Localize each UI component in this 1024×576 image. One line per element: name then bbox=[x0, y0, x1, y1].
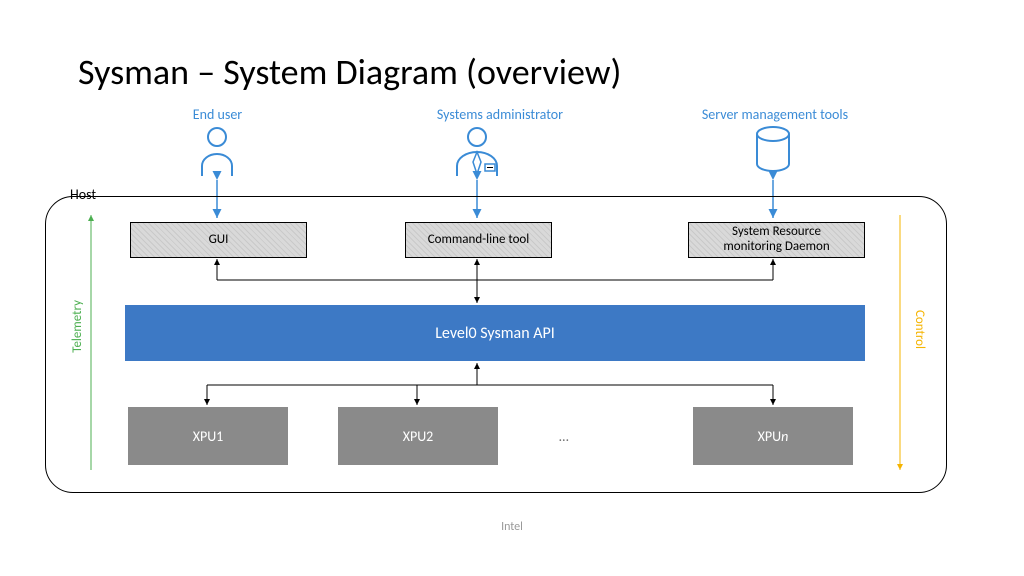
xpu2-box: XPU2 bbox=[338, 407, 498, 465]
actor-label-enduser: End user bbox=[175, 106, 260, 123]
xpun-box: XPUn bbox=[693, 407, 853, 465]
sysadmin-icon bbox=[455, 126, 499, 181]
daemon-line2: monitoring Daemon bbox=[723, 239, 829, 254]
server-tools-icon bbox=[755, 126, 791, 179]
end-user-icon bbox=[200, 126, 234, 181]
daemon-box: System Resource monitoring Daemon bbox=[688, 222, 865, 258]
xpun-prefix: XPU bbox=[758, 428, 781, 445]
daemon-line1: System Resource bbox=[732, 224, 821, 239]
actor-label-sysadmin: Systems administrator bbox=[410, 106, 590, 123]
control-label: Control bbox=[912, 310, 927, 349]
telemetry-label: Telemetry bbox=[70, 300, 85, 353]
cli-box: Command-line tool bbox=[405, 222, 552, 258]
page-title: Sysman – System Diagram (overview) bbox=[78, 50, 621, 94]
xpu1-box: XPU1 bbox=[128, 407, 288, 465]
footer: Intel bbox=[0, 520, 1024, 534]
xpun-suffix: n bbox=[781, 428, 788, 445]
actor-label-servertools: Server management tools bbox=[660, 106, 890, 123]
api-box: Level0 Sysman API bbox=[125, 305, 865, 361]
gui-box: GUI bbox=[130, 222, 307, 258]
xpu-ellipsis: … bbox=[559, 428, 571, 445]
